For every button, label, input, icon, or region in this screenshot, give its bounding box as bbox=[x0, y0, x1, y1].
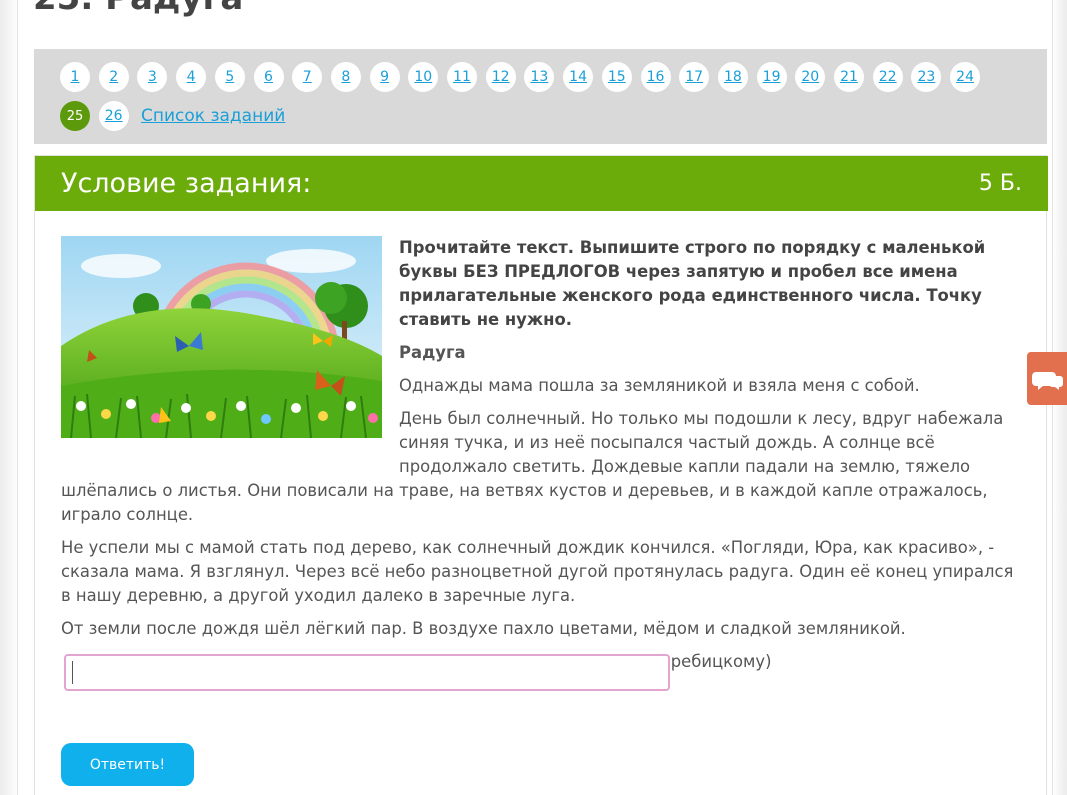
page-title: 25. Радуга bbox=[33, 0, 243, 18]
chat-tab[interactable] bbox=[1027, 352, 1067, 405]
task-number-20[interactable]: 20 bbox=[795, 62, 826, 92]
task-number-9[interactable]: 9 bbox=[369, 62, 400, 92]
task-number-6[interactable]: 6 bbox=[253, 62, 284, 92]
task-card-header: Условие задания: 5 Б. bbox=[35, 156, 1048, 211]
page-border-left bbox=[17, 0, 18, 795]
task-number-15[interactable]: 15 bbox=[601, 62, 632, 92]
task-number-24[interactable]: 24 bbox=[950, 62, 981, 92]
task-number-7[interactable]: 7 bbox=[292, 62, 323, 92]
page-shadow-left bbox=[0, 0, 18, 795]
task-number-4[interactable]: 4 bbox=[176, 62, 207, 92]
answer-input[interactable] bbox=[64, 654, 670, 691]
task-list-link[interactable]: Список заданий bbox=[141, 106, 285, 126]
task-number-13[interactable]: 13 bbox=[524, 62, 555, 92]
task-number-2[interactable]: 2 bbox=[98, 62, 129, 92]
task-number-23[interactable]: 23 bbox=[911, 62, 942, 92]
text-caret bbox=[72, 661, 73, 684]
task-number-22[interactable]: 22 bbox=[872, 62, 903, 92]
task-number-3[interactable]: 3 bbox=[137, 62, 168, 92]
task-number-17[interactable]: 17 bbox=[679, 62, 710, 92]
task-number-12[interactable]: 12 bbox=[485, 62, 516, 92]
task-card-title: Условие задания: bbox=[61, 168, 312, 199]
task-number-18[interactable]: 18 bbox=[717, 62, 748, 92]
task-number-19[interactable]: 19 bbox=[756, 62, 787, 92]
task-number-16[interactable]: 16 bbox=[640, 62, 671, 92]
task-points: 5 Б. bbox=[978, 171, 1022, 196]
task-number-26[interactable]: 26 bbox=[98, 101, 129, 131]
task-number-21[interactable]: 21 bbox=[834, 62, 864, 92]
task-number-1[interactable]: 1 bbox=[60, 62, 90, 92]
text-paragraph: От земли после дождя шёл лёгкий пар. В в… bbox=[61, 619, 906, 638]
task-navigation: 1 2 3 4 5 6 7 8 9 10 11 12 13 14 15 16 17 18 19 20 21 22 23 24 2… bbox=[34, 49, 1047, 144]
submit-answer-button[interactable]: Ответить! bbox=[61, 743, 194, 786]
rainbow-meadow-illustration bbox=[61, 236, 382, 438]
task-number-14[interactable]: 14 bbox=[563, 62, 594, 92]
task-number-5[interactable]: 5 bbox=[214, 62, 245, 92]
chat-bubbles-icon bbox=[1032, 372, 1063, 390]
task-number-8[interactable]: 8 bbox=[330, 62, 361, 92]
task-number-10[interactable]: 10 bbox=[408, 62, 439, 92]
task-number-25[interactable]: 25 bbox=[60, 101, 90, 131]
task-number-11[interactable]: 11 bbox=[447, 62, 477, 92]
text-paragraph: Не успели мы с мамой стать под дерево, к… bbox=[61, 538, 1014, 605]
